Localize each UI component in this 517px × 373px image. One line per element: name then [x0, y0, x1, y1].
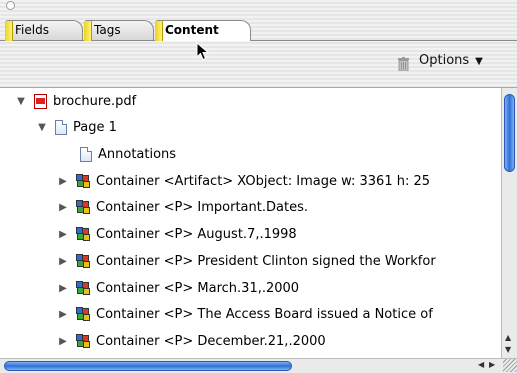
tab-content[interactable]: Content — [155, 20, 251, 41]
scroll-up-arrow-icon[interactable]: ▲ — [505, 333, 511, 342]
vertical-scrollbar[interactable]: ▲ ▼ — [501, 88, 517, 358]
tab-label: Fields — [15, 23, 49, 37]
panel-title-bar — [0, 0, 517, 16]
horizontal-scroll-thumb[interactable] — [4, 361, 292, 371]
tree-item-label: Container <P> Important.Dates. — [96, 199, 308, 215]
tree-row-root[interactable]: ▼ brochure.pdf — [16, 88, 136, 114]
trash-icon[interactable] — [398, 57, 409, 71]
tab-tags[interactable]: Tags — [84, 20, 154, 41]
resize-grip-icon[interactable] — [503, 359, 517, 372]
container-icon — [76, 307, 90, 321]
container-icon — [76, 200, 90, 214]
tree-item-label: Container <P> August.7,.1998 — [96, 226, 297, 242]
tree-row-container[interactable]: ▶ Container <P> Important.Dates. — [58, 194, 308, 220]
disclosure-expanded-icon[interactable]: ▼ — [37, 122, 47, 133]
container-icon — [76, 281, 90, 295]
page-icon — [55, 119, 67, 135]
disclosure-collapsed-icon[interactable]: ▶ — [58, 283, 68, 294]
tab-marker-icon — [155, 21, 163, 41]
tab-bar-divider — [0, 40, 517, 41]
scroll-left-arrow-icon[interactable]: ◀ — [478, 360, 484, 369]
disclosure-collapsed-icon[interactable]: ▶ — [58, 229, 68, 240]
tab-marker-icon — [84, 21, 92, 41]
disclosure-expanded-icon[interactable]: ▼ — [16, 96, 26, 107]
tab-bar: Fields Tags Content — [0, 16, 517, 44]
tree-item-label: Page 1 — [73, 119, 117, 135]
container-icon — [76, 254, 90, 268]
page-icon — [80, 146, 92, 162]
chevron-down-icon: ▼ — [475, 56, 483, 67]
mouse-pointer-icon — [196, 42, 210, 61]
tree-row-container[interactable]: ▶ Container <P> August.7,.1998 — [58, 221, 297, 247]
tree-row-container[interactable]: ▶ Container <P> March.31,.2000 — [58, 275, 299, 301]
tree-item-label: brochure.pdf — [53, 93, 137, 109]
tree-row-container[interactable]: ▶ Container <P> The Access Board issued … — [58, 301, 433, 327]
tab-label: Content — [165, 23, 219, 37]
tree-row-container[interactable]: ▶ Container <Artifact> XObject: Image w:… — [58, 168, 430, 194]
vertical-scroll-thumb[interactable] — [504, 94, 515, 172]
tab-marker-icon — [5, 21, 13, 41]
tree-row-annotations[interactable]: Annotations — [80, 141, 176, 167]
container-icon — [76, 334, 90, 348]
tree-row-container[interactable]: ▶ Container <P> December.21,.2000 — [58, 328, 326, 354]
tree-item-label: Annotations — [98, 146, 177, 162]
scroll-right-arrow-icon[interactable]: ▶ — [489, 360, 495, 369]
options-menu-button[interactable]: Options ▼ — [419, 53, 483, 68]
tree-row-container[interactable]: ▶ Container <P> President Clinton signed… — [58, 248, 436, 274]
scroll-down-arrow-icon[interactable]: ▼ — [505, 345, 511, 354]
panel-grip-icon[interactable] — [6, 1, 15, 10]
container-icon — [76, 227, 90, 241]
horizontal-scrollbar[interactable]: ◀ ▶ — [0, 358, 517, 373]
tab-label: Tags — [94, 23, 121, 37]
disclosure-collapsed-icon[interactable]: ▶ — [58, 256, 68, 267]
options-label: Options — [419, 53, 470, 68]
tree-item-label: Container <P> March.31,.2000 — [96, 280, 300, 296]
container-icon — [76, 174, 90, 188]
tree-item-label: Container <P> December.21,.2000 — [96, 333, 326, 349]
tree-item-label: Container <P> The Access Board issued a … — [96, 306, 433, 322]
content-tree[interactable]: ▼ brochure.pdf ▼ Page 1 Annotations ▶ Co… — [0, 88, 501, 358]
tree-row-page[interactable]: ▼ Page 1 — [37, 114, 117, 140]
toolbar: Options ▼ — [0, 44, 517, 88]
disclosure-collapsed-icon[interactable]: ▶ — [58, 202, 68, 213]
pdf-file-icon — [34, 93, 47, 109]
tree-item-label: Container <P> President Clinton signed t… — [96, 253, 436, 269]
tree-item-label: Container <Artifact> XObject: Image w: 3… — [96, 173, 431, 189]
disclosure-collapsed-icon[interactable]: ▶ — [58, 336, 68, 347]
disclosure-collapsed-icon[interactable]: ▶ — [58, 176, 68, 187]
tab-fields[interactable]: Fields — [5, 20, 83, 41]
disclosure-collapsed-icon[interactable]: ▶ — [58, 309, 68, 320]
